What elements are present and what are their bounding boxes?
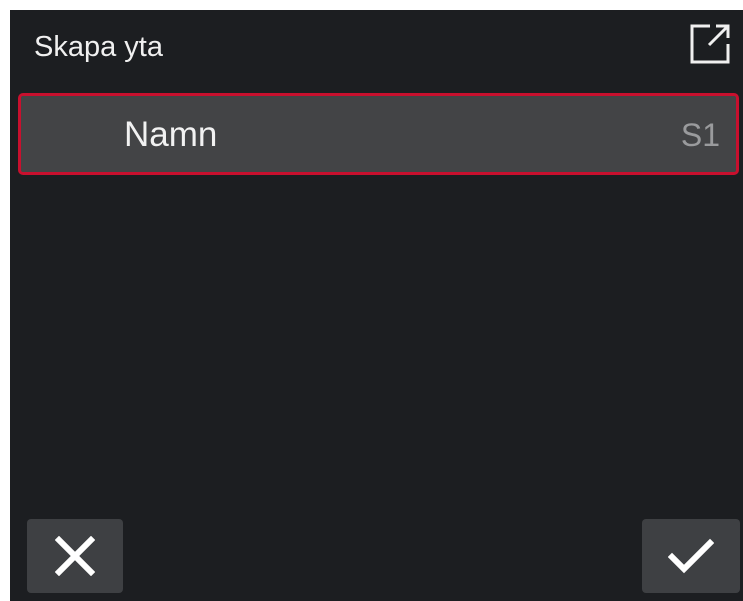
expand-button[interactable] xyxy=(682,16,738,72)
name-field-value: S1 xyxy=(680,117,720,153)
cancel-button[interactable] xyxy=(27,519,123,593)
dialog-header: Skapa yta xyxy=(10,10,743,88)
close-icon xyxy=(55,536,95,576)
name-field-label: Namn xyxy=(124,115,218,154)
create-area-dialog: Skapa yta Namn S1 xyxy=(10,10,743,601)
confirm-button[interactable] xyxy=(642,519,740,593)
checkmark-icon xyxy=(668,538,714,574)
dialog-title: Skapa yta xyxy=(34,31,163,63)
open-external-icon xyxy=(690,24,730,64)
name-field-row[interactable]: Namn S1 xyxy=(18,93,739,175)
